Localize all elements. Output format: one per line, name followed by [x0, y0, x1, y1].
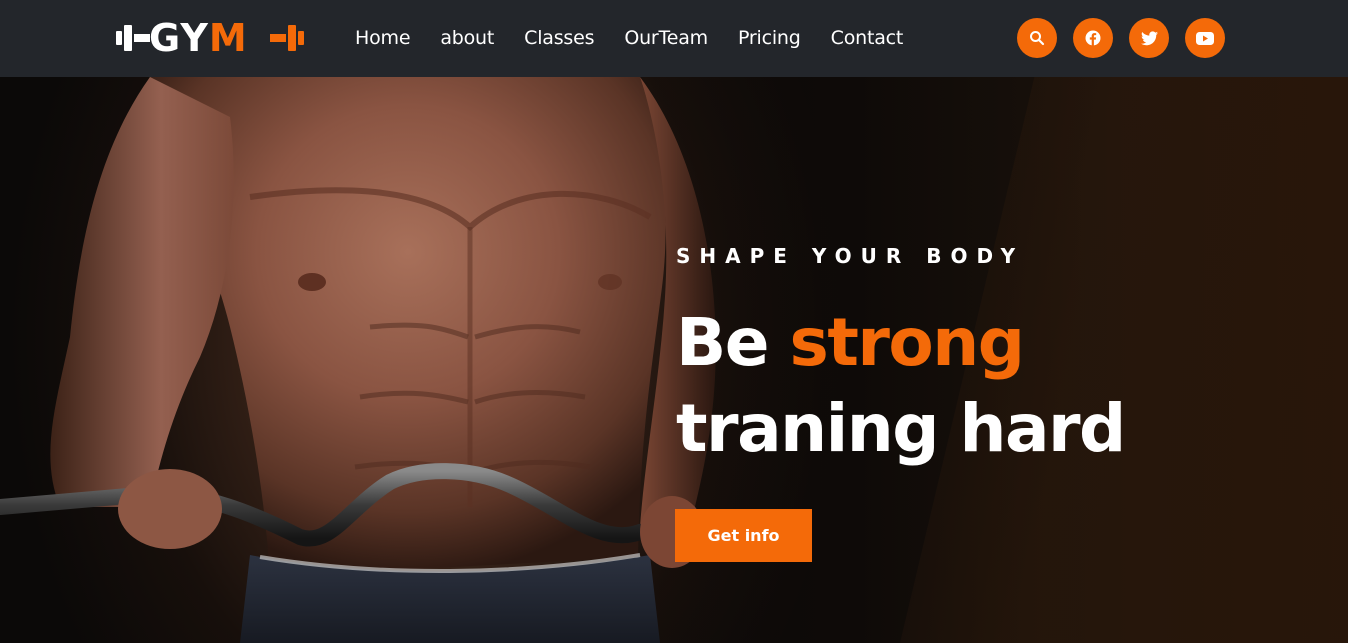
hero-heading: Be strong traning hard — [676, 300, 1126, 472]
nav-link-pricing[interactable]: Pricing — [738, 24, 801, 52]
twitter-icon — [1140, 30, 1158, 45]
heading-part1: Be — [676, 304, 790, 381]
nav-link-home[interactable]: Home — [355, 24, 411, 52]
nav-icon-group — [1017, 18, 1225, 58]
youtube-icon — [1196, 31, 1214, 45]
main-nav: Home about Classes OurTeam Pricing Conta… — [355, 24, 903, 52]
facebook-button[interactable] — [1073, 18, 1113, 58]
bodybuilder-image — [0, 77, 780, 643]
facebook-icon — [1085, 30, 1101, 46]
hero-section: SHAPE YOUR BODY Be strong traning hard G… — [0, 77, 1348, 643]
nav-link-ourteam[interactable]: OurTeam — [624, 24, 708, 52]
get-info-button[interactable]: Get info — [675, 509, 812, 562]
twitter-button[interactable] — [1129, 18, 1169, 58]
search-icon — [1030, 31, 1045, 46]
logo-text: GYM — [149, 16, 248, 60]
dumbbell-left-icon — [116, 25, 150, 51]
search-button[interactable] — [1017, 18, 1057, 58]
gym-logo[interactable]: GYM — [116, 17, 306, 59]
navbar: GYM Home about Classes OurTeam Pricing C… — [0, 0, 1348, 77]
nav-link-contact[interactable]: Contact — [831, 24, 904, 52]
nav-link-about[interactable]: about — [440, 24, 494, 52]
heading-accent: strong — [789, 304, 1025, 381]
heading-line2: traning hard — [676, 390, 1126, 467]
youtube-button[interactable] — [1185, 18, 1225, 58]
hero-subtitle: SHAPE YOUR BODY — [676, 244, 1025, 268]
hero-content: SHAPE YOUR BODY Be strong traning hard — [676, 242, 1126, 472]
dumbbell-right-icon — [270, 25, 304, 51]
nav-link-classes[interactable]: Classes — [524, 24, 594, 52]
